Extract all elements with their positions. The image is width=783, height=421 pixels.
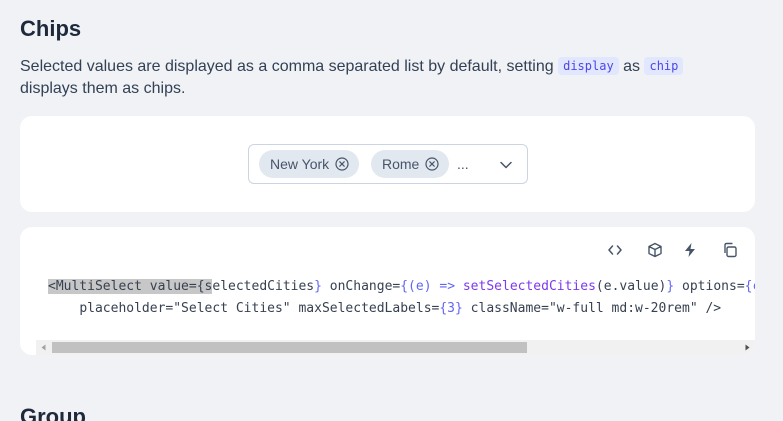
triangle-right-icon [745, 344, 750, 351]
horizontal-scrollbar[interactable] [36, 340, 755, 355]
code-token: {(e) => [400, 279, 456, 294]
code-token: placeholder= [79, 300, 174, 316]
code-token: } [314, 279, 322, 294]
inline-code-chip: chip [644, 57, 684, 75]
code-token: (e.value) [595, 279, 667, 294]
code-token: className= [462, 300, 549, 316]
copy-icon [724, 242, 737, 258]
code-token: {3} [439, 300, 463, 316]
stackblitz-button[interactable] [644, 239, 666, 261]
chip-label: New York [270, 156, 330, 172]
section-description: Selected values are displayed as a comma… [20, 56, 760, 100]
code-token: options= [674, 279, 745, 294]
times-circle-icon[interactable] [425, 157, 439, 171]
code-token: electedCities [212, 279, 315, 294]
code-token: maxSelectedLabels= [290, 300, 440, 316]
code-token: onChange= [321, 279, 401, 294]
scrollbar-thumb[interactable] [52, 342, 527, 353]
code-icon [608, 245, 622, 255]
code-token: setSelectedCities [455, 279, 596, 294]
chip-rome: Rome [371, 150, 450, 178]
section-title-chips: Chips [20, 16, 82, 41]
code-snippet[interactable]: <MultiSelect value={selectedCities} onCh… [48, 276, 755, 319]
triangle-left-icon [41, 344, 46, 351]
city-multiselect[interactable]: New York Rome ... [248, 144, 528, 184]
description-text-end: displays them as chips. [20, 80, 186, 97]
code-token: {ci [744, 279, 755, 294]
scroll-right-button[interactable] [740, 340, 755, 355]
chip-label: Rome [382, 156, 420, 172]
description-text: Selected values are displayed as a comma… [20, 58, 554, 75]
section-title-group: Group [20, 404, 86, 421]
description-text-as: as [623, 58, 641, 75]
scroll-left-button[interactable] [36, 340, 51, 355]
times-circle-icon[interactable] [335, 157, 349, 171]
code-token: "Select Cities" [173, 300, 291, 316]
code-card: <MultiSelect value={selectedCities} onCh… [20, 227, 755, 355]
view-source-button[interactable] [604, 239, 626, 261]
chip-new-york: New York [259, 150, 360, 178]
inline-code-display: display [558, 57, 619, 75]
overflow-indicator: ... [457, 156, 469, 172]
code-selected-text: <MultiSelect value={s [48, 279, 213, 294]
code-token: "w-full md:w-20rem" [548, 300, 698, 316]
copy-code-button[interactable] [719, 239, 741, 261]
chevron-down-icon[interactable] [499, 158, 513, 172]
bolt-icon [685, 243, 695, 257]
box-icon [648, 242, 662, 258]
codesandbox-button[interactable] [679, 239, 701, 261]
demo-card: New York Rome ... [20, 116, 755, 212]
code-token: /> [697, 300, 722, 316]
